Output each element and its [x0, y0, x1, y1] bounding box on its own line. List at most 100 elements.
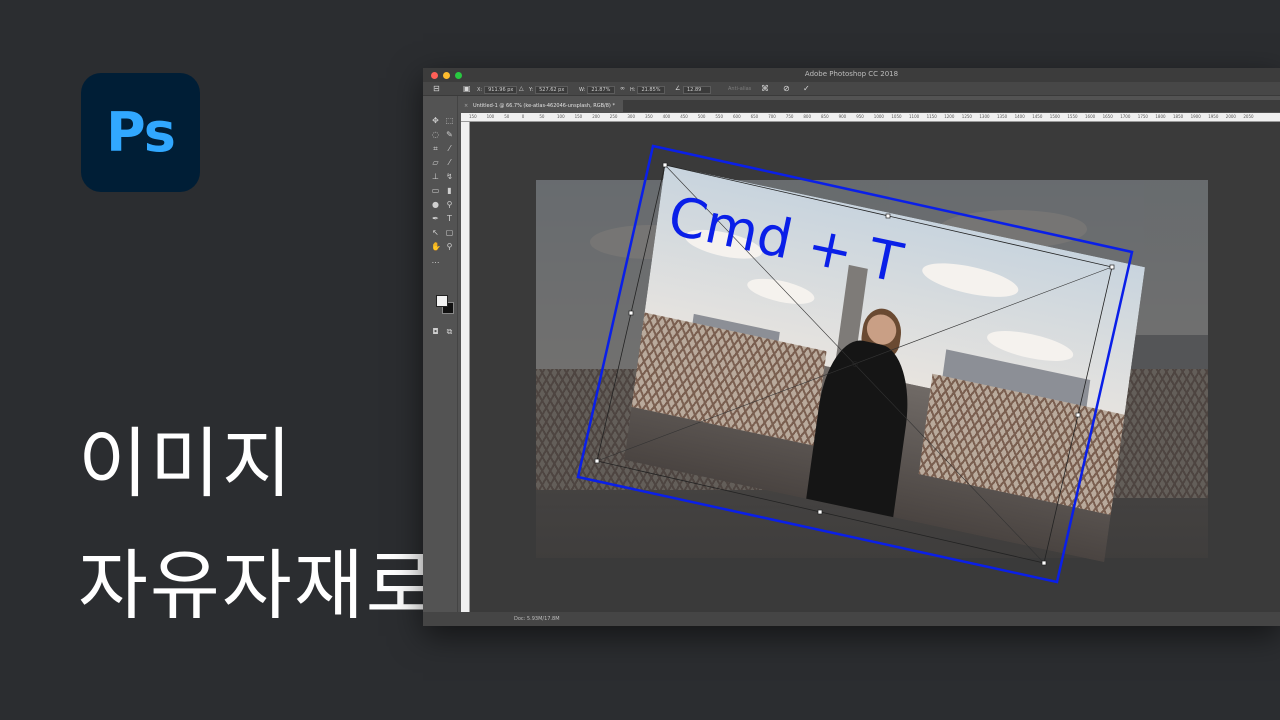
ruler-tick-label: 150: [469, 114, 477, 119]
tools-panel: ✥ ⬚ ◌ ✎ ⌗ ⁄ ▱ ⁄ ⊥ ↯ ▭ ▮ ● ⚲ ✒ T ↖ ▢ ✋ ⚲ …: [428, 96, 458, 626]
ruler-tick-label: 1850: [1173, 114, 1184, 119]
ruler-tick-label: 600: [733, 114, 741, 119]
path-select-icon[interactable]: ↖: [431, 228, 440, 237]
ruler-tick-label: 300: [627, 114, 636, 119]
pen-icon[interactable]: ✒: [431, 214, 440, 223]
link-icon[interactable]: ∞: [620, 85, 625, 92]
status-bar: Doc: 5.93M/17.8M: [423, 612, 1280, 626]
ruler-tick-label: 2000: [1225, 114, 1236, 119]
ruler-tick-label: 550: [715, 114, 724, 119]
options-bar: ⊟ ▣ X: 911.96 px △ Y: 527.62 px W: 21.87% ∞…: [423, 82, 1280, 96]
horizontal-ruler: 150 100 50 0 50 100 150 200 250 300 350 400 450 500 55…: [461, 113, 1280, 122]
delta-icon[interactable]: △: [519, 85, 524, 92]
ruler-tick-label: 1700: [1120, 114, 1131, 119]
ruler-tick-label: 100: [557, 114, 565, 119]
crop-icon[interactable]: ⌗: [431, 144, 440, 153]
history-brush-icon[interactable]: ↯: [445, 172, 454, 181]
ruler-tick-label: 1050: [891, 114, 902, 119]
ruler-tick-label: 450: [680, 114, 688, 119]
more-tools-icon[interactable]: ⋯: [431, 258, 440, 267]
ruler-tick-label: 0: [521, 114, 525, 119]
y-field[interactable]: 527.62 px: [535, 86, 569, 94]
ruler-tick-label: 150: [574, 114, 583, 119]
ruler-tick-label: 1300: [979, 114, 990, 119]
headline-line-1: 이미지: [78, 419, 294, 508]
shape-icon[interactable]: ▢: [445, 228, 454, 237]
ruler-tick-label: 1750: [1137, 114, 1148, 119]
move-icon[interactable]: ✥: [431, 116, 440, 125]
cancel-transform-icon[interactable]: ⊘: [783, 84, 790, 93]
blur-icon[interactable]: ●: [431, 200, 440, 209]
x-label: X:: [477, 87, 483, 93]
stamp-icon[interactable]: ⊥: [431, 172, 440, 181]
lasso-icon[interactable]: ◌: [431, 130, 440, 139]
photoshop-logo: Ps: [81, 73, 200, 192]
ruler-tick-label: 1100: [909, 114, 920, 119]
document-tab-label: Untitled-1 @ 66.7% (ke-atlas-462046-unsp…: [473, 103, 615, 109]
ruler-tick-label: 1500: [1049, 114, 1060, 119]
screen-mode-icon[interactable]: ⧉: [445, 327, 454, 336]
ruler-tick-label: 1000: [873, 114, 884, 119]
ruler-tick-label: 900: [838, 114, 847, 119]
type-icon[interactable]: T: [445, 214, 454, 223]
dodge-icon[interactable]: ⚲: [445, 200, 454, 209]
eraser-icon[interactable]: ▭: [431, 186, 440, 195]
vertical-ruler: [461, 122, 470, 612]
brush-icon[interactable]: ⁄: [445, 158, 454, 167]
ruler-tick-label: 700: [768, 114, 776, 119]
quick-mask-icon[interactable]: ◘: [431, 327, 440, 336]
width-field[interactable]: 21.87%: [587, 86, 616, 94]
ruler-tick-label: 1950: [1208, 114, 1219, 119]
ruler-tick-label: 1400: [1014, 114, 1025, 119]
ruler-tick-label: 1150: [926, 114, 937, 119]
ruler-tick-label: 950: [856, 114, 864, 119]
healing-icon[interactable]: ▱: [431, 158, 440, 167]
marquee-icon[interactable]: ⬚: [445, 116, 454, 125]
headline-line-2: 자유자재로: [78, 541, 438, 630]
gradient-icon[interactable]: ▮: [445, 186, 454, 195]
ruler-tick-label: 500: [697, 114, 706, 119]
ruler-tick-label: 1900: [1190, 114, 1201, 119]
ruler-tick-label: 1350: [997, 114, 1008, 119]
ruler-tick-label: 250: [609, 114, 618, 119]
document-tab[interactable]: × Untitled-1 @ 66.7% (ke-atlas-462046-un…: [461, 100, 623, 112]
ruler-tick-label: 850: [821, 114, 829, 119]
ruler-tick-label: 1650: [1102, 114, 1113, 119]
ruler-tick-label: 1550: [1067, 114, 1078, 119]
ruler-tick-label: 650: [750, 114, 759, 119]
commit-transform-icon[interactable]: ✓: [803, 84, 810, 93]
ruler-tick-label: 1200: [944, 114, 955, 119]
reference-point-icon[interactable]: ▣: [463, 84, 471, 93]
ruler-tick-label: 100: [486, 114, 495, 119]
ruler-tick-label: 2050: [1243, 114, 1254, 119]
eyedropper-icon[interactable]: ⁄: [445, 144, 454, 153]
close-tab-icon[interactable]: ×: [464, 100, 468, 112]
warp-icon[interactable]: ⌘: [761, 84, 769, 93]
title-bar: Adobe Photoshop CC 2018: [423, 68, 1280, 82]
ruler-tick-label: 1600: [1085, 114, 1096, 119]
angle-field[interactable]: 12.89: [683, 86, 711, 94]
foreground-color-swatch[interactable]: [436, 295, 448, 307]
tool-preset-icon[interactable]: ⊟: [433, 84, 440, 93]
window-title: Adobe Photoshop CC 2018: [804, 70, 899, 78]
ruler-tick-label: 50: [504, 114, 510, 119]
ruler-tick-label: 400: [662, 114, 671, 119]
document-size-info: Doc: 5.93M/17.8M: [514, 616, 560, 622]
height-field[interactable]: 21.85%: [637, 86, 666, 94]
angle-icon: ∠: [675, 85, 681, 92]
hand-icon[interactable]: ✋: [431, 242, 441, 251]
document-tab-bar: × Untitled-1 @ 66.7% (ke-atlas-462046-un…: [461, 100, 1280, 112]
ruler-tick-label: 50: [539, 114, 545, 119]
w-label: W:: [579, 87, 586, 93]
x-field[interactable]: 911.96 px: [484, 86, 518, 94]
quick-select-icon[interactable]: ✎: [445, 130, 454, 139]
y-label: Y:: [529, 87, 534, 93]
ruler-tick-label: 750: [785, 114, 794, 119]
logo-text: Ps: [106, 101, 176, 164]
ruler-tick-label: 1800: [1155, 114, 1166, 119]
ruler-tick-label: 1450: [1032, 114, 1043, 119]
zoom-icon[interactable]: ⚲: [445, 242, 454, 251]
ruler-tick-label: 200: [592, 114, 600, 119]
antialias-checkbox[interactable]: Anti-alias: [728, 86, 751, 92]
ruler-tick-label: 800: [803, 114, 812, 119]
